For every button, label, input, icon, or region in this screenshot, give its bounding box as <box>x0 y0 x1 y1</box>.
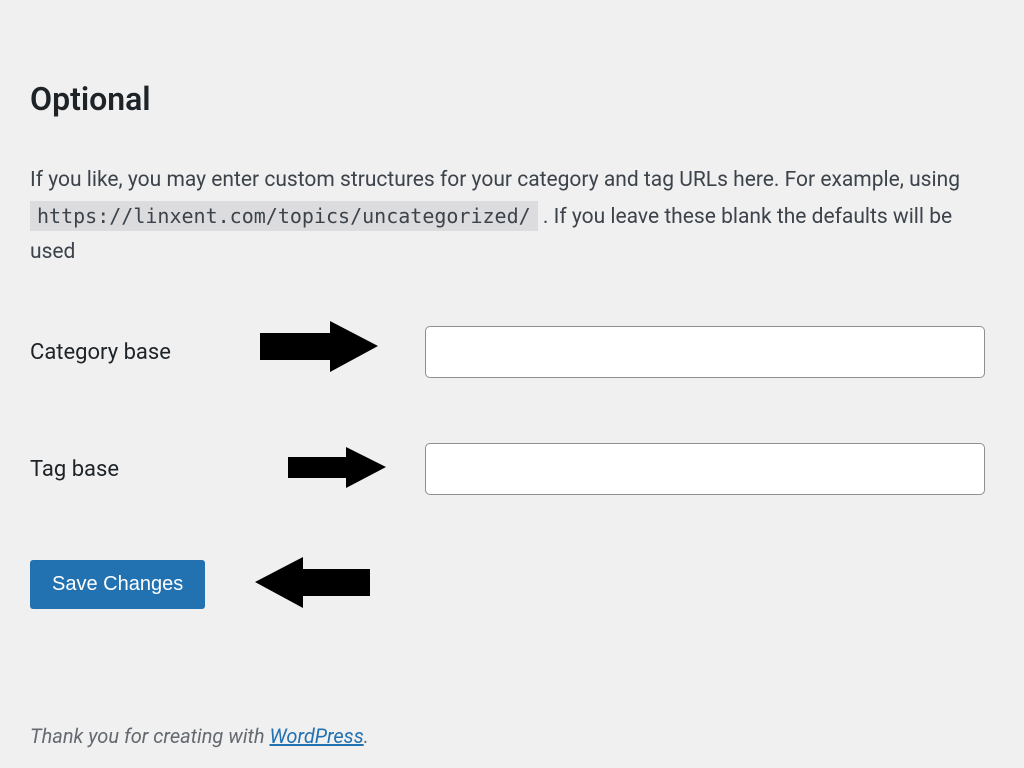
footer-text-after: . <box>364 724 369 748</box>
submit-row: Save Changes <box>30 560 994 609</box>
arrow-left-icon <box>255 555 370 610</box>
wordpress-link[interactable]: WordPress <box>269 724 363 748</box>
tag-base-input[interactable] <box>425 443 985 495</box>
category-base-input[interactable] <box>425 326 985 378</box>
arrow-right-icon <box>288 445 388 490</box>
category-base-label: Category base <box>30 340 250 365</box>
section-heading: Optional <box>30 80 994 118</box>
tag-base-label: Tag base <box>30 457 250 482</box>
description-url-example: https://linxent.com/topics/uncategorized… <box>30 201 538 231</box>
description-text-before: If you like, you may enter custom struct… <box>30 168 960 192</box>
section-description: If you like, you may enter custom struct… <box>30 163 994 271</box>
tag-base-row: Tag base <box>30 443 994 495</box>
footer-credit: Thank you for creating with WordPress. <box>30 724 369 748</box>
arrow-right-icon <box>260 319 380 374</box>
category-base-row: Category base <box>30 326 994 378</box>
footer-text-before: Thank you for creating with <box>30 724 269 748</box>
save-changes-button[interactable]: Save Changes <box>30 560 205 609</box>
optional-permalink-section: Optional If you like, you may enter cust… <box>0 0 1024 609</box>
